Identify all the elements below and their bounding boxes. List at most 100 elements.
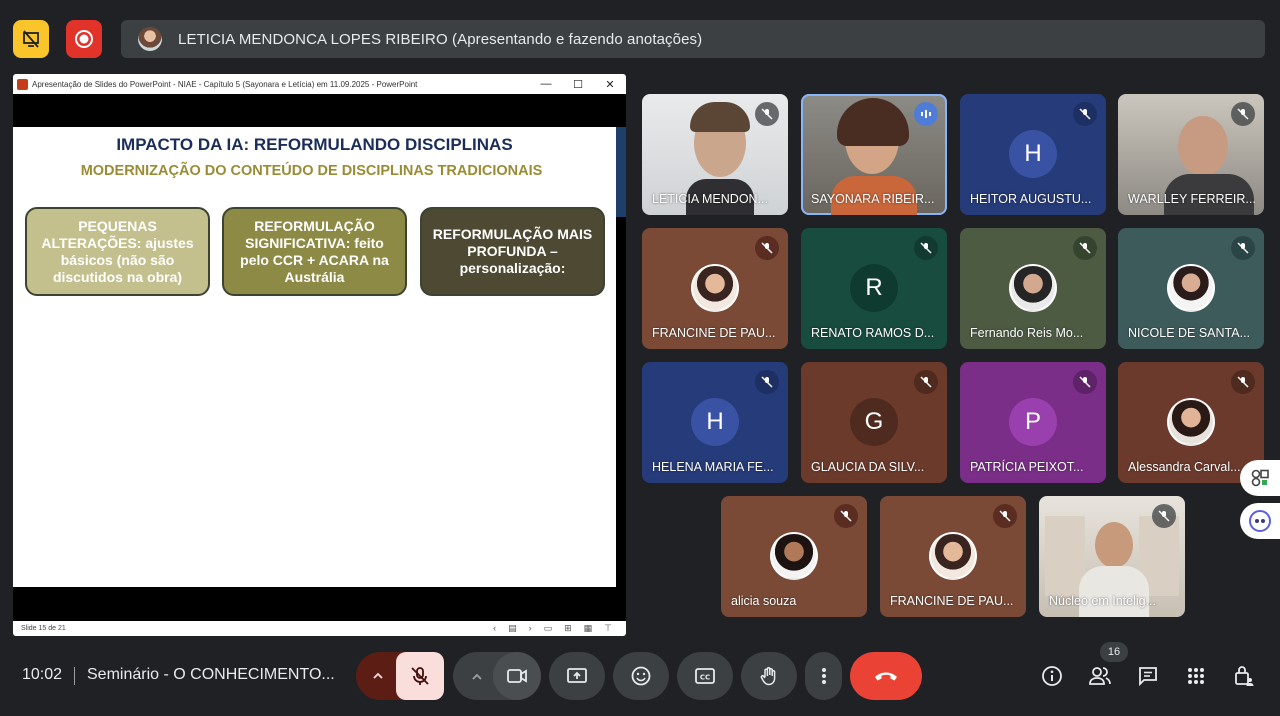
slide: IMPACTO DA IA: REFORMULANDO DISCIPLINAS … bbox=[13, 127, 616, 587]
more-options-button[interactable] bbox=[805, 652, 842, 700]
participant-tile[interactable]: H HELENA MARIA FE... bbox=[642, 362, 788, 483]
minimize-icon[interactable]: — bbox=[530, 78, 562, 90]
mic-off-icon bbox=[1231, 102, 1255, 126]
mic-off-icon bbox=[1152, 504, 1176, 528]
slide-edge-decoration bbox=[616, 127, 626, 217]
leave-call-button[interactable] bbox=[850, 652, 922, 700]
camera-toggle-button[interactable] bbox=[493, 652, 541, 700]
avatar bbox=[1167, 398, 1215, 446]
mic-off-icon bbox=[914, 370, 938, 394]
close-icon[interactable]: ✕ bbox=[594, 78, 626, 91]
slide-counter: Slide 15 de 21 bbox=[21, 625, 66, 632]
raise-hand-button[interactable] bbox=[741, 652, 797, 700]
chat-button[interactable] bbox=[1134, 662, 1162, 690]
mic-off-icon bbox=[755, 370, 779, 394]
prev-slide-icon[interactable]: ‹ bbox=[493, 623, 496, 634]
participant-name: alicia souza bbox=[731, 594, 797, 608]
avatar bbox=[691, 264, 739, 312]
reactions-button[interactable] bbox=[613, 652, 669, 700]
sorter-view-icon[interactable]: ⊞ bbox=[564, 623, 572, 634]
end-call-icon bbox=[875, 672, 897, 681]
participant-tile[interactable]: alicia souza bbox=[721, 496, 867, 617]
mic-off-icon bbox=[1231, 370, 1255, 394]
slide-title: IMPACTO DA IA: REFORMULANDO DISCIPLINAS bbox=[116, 135, 513, 154]
emoji-icon bbox=[631, 666, 651, 686]
closed-captions-icon: CC bbox=[695, 668, 715, 684]
window-title: Apresentação de Slides do PowerPoint - N… bbox=[32, 79, 418, 89]
hand-icon bbox=[760, 667, 776, 686]
chevron-up-icon bbox=[373, 672, 383, 679]
avatar bbox=[1009, 264, 1057, 312]
participant-name: Alessandra Carval... bbox=[1128, 460, 1241, 474]
stop-presenting-button[interactable] bbox=[13, 20, 49, 58]
participant-tile[interactable]: Alessandra Carval... bbox=[1118, 362, 1264, 483]
slide-box-small-changes: PEQUENAS ALTERAÇÕES: ajustes básicos (nã… bbox=[25, 207, 210, 296]
camera-feed-hair bbox=[690, 102, 750, 132]
audio-options-button[interactable] bbox=[356, 652, 400, 700]
mic-off-icon bbox=[1073, 236, 1097, 260]
participant-name: SAYONARA RIBEIR... bbox=[811, 192, 935, 206]
participant-name: NICOLE DE SANTA... bbox=[1128, 326, 1251, 340]
participant-tile[interactable]: WARLLEY FERREIR... bbox=[1118, 94, 1264, 215]
captions-button[interactable]: CC bbox=[677, 652, 733, 700]
recording-button[interactable] bbox=[66, 20, 102, 58]
presentation-window: Apresentação de Slides do PowerPoint - N… bbox=[13, 74, 626, 636]
apps-fab[interactable] bbox=[1240, 460, 1280, 496]
participant-tile[interactable]: Fernando Reis Mo... bbox=[960, 228, 1106, 349]
participant-tile[interactable]: FRANCINE DE PAU... bbox=[880, 496, 1026, 617]
avatar bbox=[138, 27, 162, 51]
participant-tile[interactable]: H HEITOR AUGUSTU... bbox=[960, 94, 1106, 215]
record-icon bbox=[75, 30, 93, 48]
powerpoint-icon bbox=[17, 78, 28, 90]
participant-name: WARLLEY FERREIR... bbox=[1128, 192, 1256, 206]
participant-name: HEITOR AUGUSTU... bbox=[970, 192, 1092, 206]
present-off-icon bbox=[23, 30, 39, 48]
slide-box-significant: REFORMULAÇÃO SIGNIFICATIVA: feito pelo C… bbox=[222, 207, 407, 296]
participant-tile[interactable]: NICOLE DE SANTA... bbox=[1118, 228, 1264, 349]
avatar: R bbox=[850, 264, 898, 312]
avatar bbox=[770, 532, 818, 580]
avatar: G bbox=[850, 398, 898, 446]
participant-count-badge: 16 bbox=[1100, 642, 1128, 662]
mic-off-icon bbox=[411, 667, 429, 685]
activities-button[interactable] bbox=[1182, 662, 1210, 690]
camera-feed bbox=[1178, 116, 1228, 176]
normal-view-icon[interactable]: ▭ bbox=[544, 623, 553, 634]
participant-tile[interactable]: G GLAUCIA DA SILV... bbox=[801, 362, 947, 483]
participant-tile[interactable]: Núcleo em Intelig... bbox=[1039, 496, 1185, 617]
participant-tile-speaking[interactable]: SAYONARA RIBEIR... bbox=[801, 94, 947, 215]
present-button[interactable] bbox=[549, 652, 605, 700]
meeting-details-button[interactable] bbox=[1038, 662, 1066, 690]
clock: 10:02 bbox=[22, 666, 63, 683]
reading-view-icon[interactable]: ▦ bbox=[584, 623, 593, 634]
gemini-fab[interactable] bbox=[1240, 503, 1280, 539]
slideshow-view-icon[interactable]: ⊤ bbox=[604, 623, 612, 634]
avatar: P bbox=[1009, 398, 1057, 446]
participant-tile[interactable]: FRANCINE DE PAU... bbox=[642, 228, 788, 349]
mic-off-icon bbox=[834, 504, 858, 528]
participant-tile[interactable]: R RENATO RAMOS D... bbox=[801, 228, 947, 349]
divider bbox=[74, 667, 75, 685]
next-slide-icon[interactable]: › bbox=[529, 623, 532, 634]
host-controls-button[interactable] bbox=[1230, 662, 1258, 690]
meet-window: LETICIA MENDONCA LOPES RIBEIRO (Apresent… bbox=[0, 0, 1280, 716]
participant-tile[interactable]: P PATRÍCIA PEIXOT... bbox=[960, 362, 1106, 483]
mic-off-icon bbox=[914, 236, 938, 260]
participant-name: HELENA MARIA FE... bbox=[652, 460, 774, 474]
apps-shapes-icon bbox=[1251, 469, 1269, 487]
mic-toggle-button[interactable] bbox=[396, 652, 444, 700]
mic-off-icon bbox=[993, 504, 1017, 528]
more-vert-icon bbox=[821, 668, 826, 684]
participant-name: Núcleo em Intelig... bbox=[1049, 594, 1156, 608]
maximize-icon[interactable]: ☐ bbox=[562, 78, 594, 91]
presenter-banner: LETICIA MENDONCA LOPES RIBEIRO (Apresent… bbox=[121, 20, 1265, 58]
people-button[interactable] bbox=[1086, 662, 1114, 690]
mic-off-icon bbox=[1073, 370, 1097, 394]
slide-menu-icon[interactable]: ▤ bbox=[508, 623, 517, 634]
svg-text:CC: CC bbox=[700, 674, 710, 682]
meeting-title: Seminário - O CONHECIMENTO... bbox=[87, 666, 335, 683]
participant-name: RENATO RAMOS D... bbox=[811, 326, 935, 340]
apps-grid-icon bbox=[1188, 668, 1204, 684]
participant-tile[interactable]: LETICIA MENDON... bbox=[642, 94, 788, 215]
chat-icon bbox=[1139, 667, 1157, 687]
